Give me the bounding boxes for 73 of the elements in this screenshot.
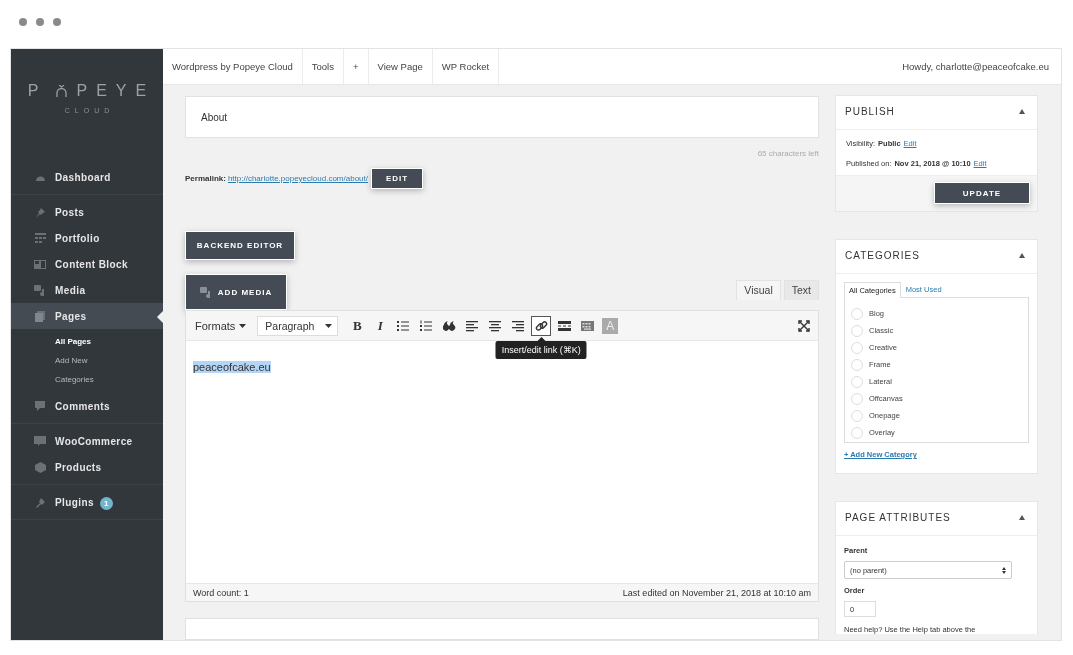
- last-edited-text: Last edited on November 21, 2018 at 10:10 am: [622, 587, 811, 598]
- fullscreen-icon: [798, 319, 810, 332]
- link-icon: [534, 319, 548, 332]
- word-count: Word count: 1: [193, 587, 249, 598]
- logo-text: P: [27, 82, 48, 100]
- menu-link[interactable]: WP Rocket: [432, 49, 500, 84]
- media-icon: [199, 286, 212, 298]
- quote-icon: [442, 319, 456, 332]
- plug-icon: [34, 496, 46, 508]
- layout-icon: [34, 259, 46, 269]
- numbered-list-icon: [419, 319, 433, 332]
- sidebar-item[interactable]: Pages: [11, 303, 163, 329]
- editor-tab[interactable]: Text: [783, 280, 819, 301]
- media-icon: [34, 284, 46, 296]
- title-field[interactable]: About: [185, 96, 819, 139]
- user-greeting[interactable]: Howdy, charlotte@peaceofcake.eu: [902, 49, 1061, 84]
- box-title: CATEGORIES: [845, 250, 920, 261]
- align-left-icon: [465, 319, 479, 332]
- collapse-icon[interactable]: [1019, 253, 1025, 258]
- logo-arc-icon: [56, 85, 68, 97]
- window-dot: [19, 18, 27, 26]
- edit-button[interactable]: EDIT: [371, 168, 424, 190]
- bullet-list-icon: [396, 319, 410, 332]
- sidebar-item[interactable]: Comments: [11, 393, 163, 419]
- sidebar-item[interactable]: Products: [11, 454, 163, 480]
- sidebar-item[interactable]: Media: [11, 277, 163, 303]
- submenu-item[interactable]: All Pages: [11, 332, 163, 351]
- menu-link[interactable]: View Page: [368, 49, 433, 84]
- submenu-item[interactable]: Categories: [11, 370, 163, 389]
- character-counter: 65 characters left: [757, 149, 819, 159]
- formats-menu[interactable]: Formats: [195, 319, 247, 332]
- caret-icon: [239, 323, 247, 328]
- caret-icon: [325, 323, 333, 328]
- menu-link[interactable]: Tools: [302, 49, 344, 84]
- keyboard-icon: [580, 319, 594, 332]
- comment-icon: [35, 401, 45, 411]
- block-format-select[interactable]: Paragraph: [257, 315, 339, 336]
- sidebar-item[interactable]: Dashboard: [11, 164, 163, 190]
- submenu-item[interactable]: Add New: [11, 351, 163, 370]
- sidebar-item[interactable]: Portfolio: [11, 225, 163, 251]
- pin-icon: [34, 206, 46, 218]
- collapse-icon[interactable]: [1019, 109, 1025, 114]
- update-button[interactable]: UPDATE: [934, 182, 1030, 204]
- selected-text: peaceofcake.eu: [193, 361, 271, 374]
- align-right-icon: [511, 319, 525, 332]
- window-dot: [36, 18, 44, 26]
- add-media-button[interactable]: ADD MEDIA: [185, 274, 287, 311]
- collapse-icon[interactable]: [1019, 515, 1025, 520]
- sidebar-item[interactable]: WooCommerce: [11, 428, 163, 454]
- backend-editor-button[interactable]: BACKEND EDITOR: [185, 231, 295, 261]
- bold-button[interactable]: B: [347, 315, 368, 336]
- link-button[interactable]: [531, 315, 552, 336]
- grid-icon: [34, 233, 46, 243]
- editor-tab[interactable]: Visual: [736, 280, 781, 301]
- italic-button[interactable]: I: [370, 315, 391, 336]
- box-title: PUBLISH: [845, 106, 895, 117]
- permalink-link[interactable]: http://charlotte.popeyecloud.com/about/: [227, 174, 368, 184]
- logo-text: PEYE: [76, 82, 156, 100]
- align-center-icon: [488, 319, 502, 332]
- box-icon: [34, 461, 46, 473]
- sidebar-item[interactable]: Content Block: [11, 251, 163, 277]
- window-dot: [53, 18, 61, 26]
- count-badge: 1: [99, 496, 113, 510]
- fullscreen-button[interactable]: [798, 319, 810, 332]
- updown-icon: [1002, 566, 1006, 574]
- read-more-icon: [557, 319, 571, 332]
- box-title: PAGE ATTRIBUTES: [845, 512, 951, 523]
- pages-icon: [35, 310, 45, 322]
- menu-link[interactable]: +: [343, 49, 369, 84]
- menu-link[interactable]: Wordpress by Popeye Cloud: [163, 49, 303, 84]
- permalink-label: Permalink:: [185, 174, 226, 184]
- sidebar-item[interactable]: Plugins 1: [11, 489, 163, 515]
- sidebar-item[interactable]: Posts: [11, 199, 163, 225]
